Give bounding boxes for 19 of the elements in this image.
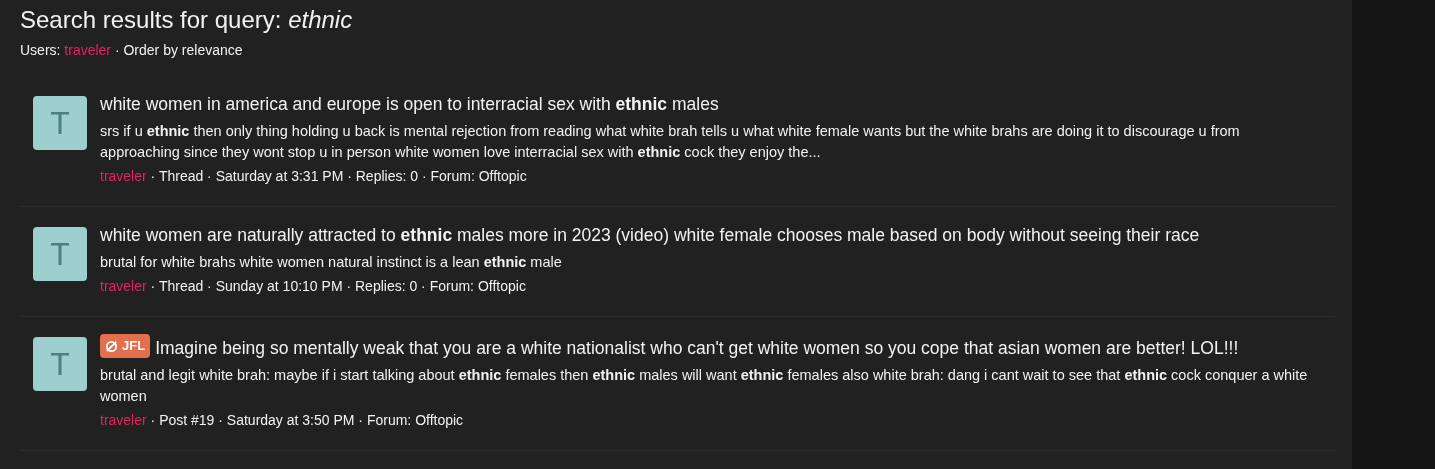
post-meta: traveler · Thread · Sunday at 10:10 PM · Replies: 0 · Forum: Offtopic [100, 278, 527, 294]
post-snippet: brutal for white brahs white women natural instinct is a lean ethnic male [100, 253, 563, 272]
avatar[interactable]: T [33, 227, 87, 281]
post-meta: traveler · Thread · Saturday at 3:31 PM · Replies: 0 · Forum: Offtopic [100, 168, 528, 184]
avatar[interactable]: T [33, 96, 87, 150]
post-snippet: srs if u ethnic then only thing holding u back is mental rejection from reading what white brah tells u what white female wants but the white brahs are doing it to discourage u from approaching since they wont stop u in person white women love interracial sex with ethnic cock they enjoy the... [100, 122, 1241, 162]
user-link[interactable]: traveler [100, 278, 147, 294]
thread-title-link[interactable]: white women in america and europe is open to interracial sex with ethnic males [100, 94, 719, 114]
page-heading: Search results for query: ethnic [20, 6, 354, 34]
prefix-badge[interactable]: JFL [100, 334, 151, 358]
thread-title-link[interactable]: white women are naturally attracted to ethnic males more in 2023 (video) white female chooses male based on body without seeing their race [100, 225, 1200, 245]
thread-title-link[interactable]: Imagine being so mentally weak that you are a white nationalist who can't get white women so you cope that asian women are better! LOL!!! [155, 337, 1239, 358]
post-meta: traveler · Post #19 · Saturday at 3:50 PM · Forum: Offtopic [100, 411, 465, 428]
post-snippet: brutal and legit white brah: maybe if i start talking about ethnic females then ethnic males will want ethnic females also white brah: dang i cant wait to see that ethnic cock conquer a white women [100, 365, 1309, 406]
avatar[interactable]: T [33, 337, 87, 391]
filter-summary: Users: traveler · Order by relevance [20, 42, 244, 58]
user-link[interactable]: traveler [64, 42, 112, 58]
user-link[interactable]: traveler [100, 411, 147, 428]
user-link[interactable]: traveler [100, 168, 147, 184]
